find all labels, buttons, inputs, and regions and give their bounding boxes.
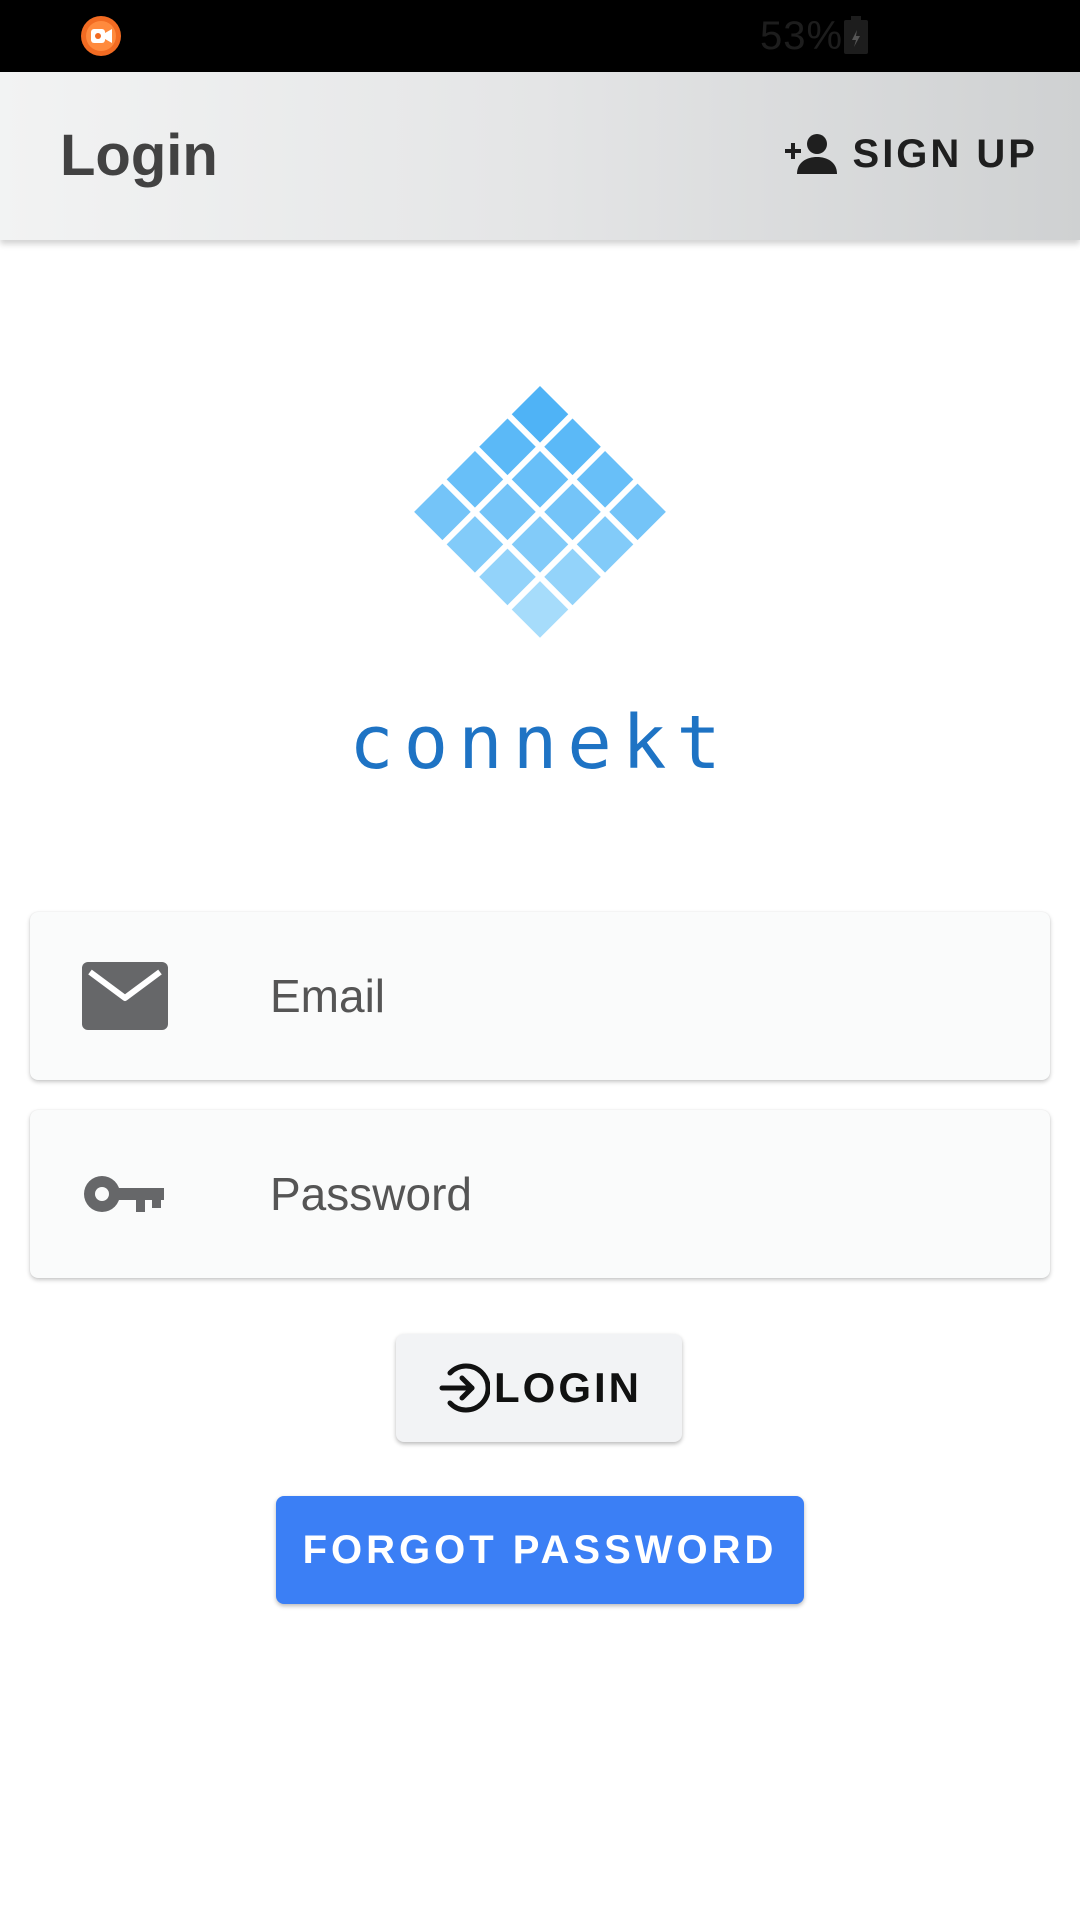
- person-add-icon: [784, 134, 837, 174]
- sign-up-label: SIGN UP: [852, 131, 1038, 176]
- brand-name: connekt: [349, 700, 731, 786]
- forgot-password-label: FORGOT PASSWORD: [302, 1527, 778, 1572]
- login-label: LOGIN: [494, 1364, 642, 1411]
- key-icon: [84, 1176, 164, 1212]
- sign-up-button[interactable]: SIGN UP: [783, 124, 1038, 184]
- envelope-icon: [82, 962, 168, 1030]
- password-field[interactable]: [270, 1110, 1010, 1278]
- password-field-card[interactable]: [30, 1110, 1050, 1278]
- page-title: Login: [60, 123, 218, 188]
- login-arrow-icon: [439, 1363, 490, 1413]
- battery-charging-icon: [844, 16, 868, 54]
- status-bar: 53%: [0, 0, 1080, 72]
- login-button[interactable]: LOGIN: [396, 1334, 682, 1442]
- email-field[interactable]: [270, 912, 1010, 1080]
- app-bar: Login SIGN UP: [0, 72, 1080, 240]
- diamond-grid-logo: [414, 386, 666, 638]
- forgot-password-button[interactable]: FORGOT PASSWORD: [276, 1496, 804, 1604]
- battery-percentage: 53%: [760, 14, 844, 58]
- screen-recorder-icon: [81, 16, 121, 56]
- email-field-card[interactable]: [30, 912, 1050, 1080]
